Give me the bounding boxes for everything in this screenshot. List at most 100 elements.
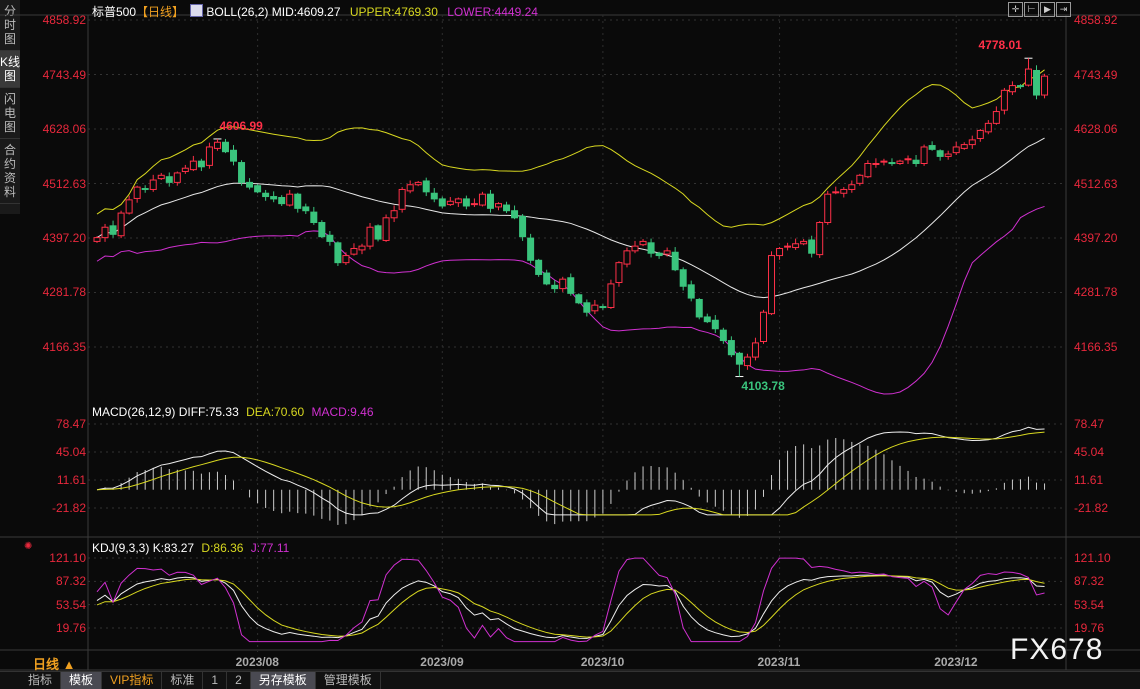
candle-body [454,198,462,204]
candle-body [414,181,422,186]
kdj-k-line [96,574,1045,639]
candle-body [583,302,591,313]
tab-1[interactable]: 1 [203,672,228,689]
zoom-range-icon[interactable]: ⊢ [1024,2,1039,17]
candle-body [703,316,711,323]
tab-2[interactable]: 2 [227,672,251,689]
kdj-axis-label-right: 87.32 [1074,574,1105,589]
candle-body [511,210,519,219]
candle-body [503,204,511,212]
macd-axis-label-left: 78.47 [55,417,86,431]
candle-body [278,196,286,205]
macd-name[interactable]: MACD(26,12,9) [92,405,175,419]
price-axis-label-right: 4281.78 [1074,285,1118,300]
candle-body [1000,89,1008,111]
candle-body [768,255,776,315]
price-annotation: 4778.01 [978,38,1022,53]
tab-standard[interactable]: 标准 [162,672,204,689]
candle-body [671,251,679,271]
candle-body [366,226,374,247]
candle-body [968,139,976,146]
candle-body [535,259,543,275]
candle-body [984,122,992,133]
candle-body [374,225,382,240]
candle-body [727,340,735,356]
tab-manage-templates[interactable]: 管理模板 [316,672,381,689]
candle-body [808,239,816,254]
candle-body [318,222,326,238]
candle-body [824,193,832,224]
macd-axis-label-left: -21.82 [51,501,86,515]
candle-body [792,243,800,249]
date-label: 2023/11 [757,655,801,669]
candle-body [872,162,880,165]
candle-body [238,162,246,183]
macd-axis-label-right: -21.82 [1074,501,1109,515]
play-step-icon[interactable]: ▶ [1040,2,1055,17]
candle-body [221,141,229,153]
kdj-name[interactable]: KDJ(9,3,3) [92,541,149,555]
kdj-j: J:77.11 [250,541,290,555]
watermark-logo: FX678 [1010,633,1104,666]
candle-body [591,304,599,312]
indicator-chart-icon[interactable] [190,4,204,17]
macd-header: MACD(26,12,9) DIFF:75.33 DEA:70.60 MACD:… [92,405,374,419]
price-axis-label-left: 4743.49 [42,67,86,82]
candle-body [205,146,213,166]
candle-body [623,250,631,265]
candle-body [342,255,350,264]
jump-end-icon[interactable]: ⇥ [1056,2,1071,17]
candle-body [246,181,254,188]
candle-body [784,245,792,248]
price-annotation: 4606.99 [219,118,263,133]
kdj-header: KDJ(9,3,3) K:83.27 D:86.36 J:77.11 [92,541,289,555]
candle-body [976,129,984,139]
candle-body [711,319,719,330]
candle-body [117,212,125,237]
candle-body [944,153,952,157]
date-label: 2023/09 [420,655,464,669]
tab-indicators[interactable]: 指标 [0,672,62,689]
tab-vip-indicators[interactable]: VIP指标 [102,672,163,689]
candle-body [141,188,149,191]
candle-body [254,185,262,193]
candle-body [551,284,559,290]
boll-name[interactable]: BOLL(26,2) [206,5,268,19]
chart-header: 标普500【日线】 BOLL(26,2) MID:4609.27 UPPER:4… [92,3,538,20]
kdj-axis-label-left: 87.32 [55,574,86,589]
tab-save-template[interactable]: 另存模板 [250,672,316,689]
candle-body [952,146,960,154]
candle-body [751,342,759,358]
candle-body [486,193,494,209]
candle-body [382,217,390,241]
symbol-name: 标普500 [92,5,137,19]
macd-axis-label-left: 11.61 [56,473,86,487]
crosshair-icon[interactable]: ✛ [1008,2,1023,17]
candle-body [302,206,310,212]
candle-body [904,158,912,161]
candle-body [655,252,663,257]
candle-body [1024,68,1032,86]
candle-body [960,144,968,149]
price-annotation: 4103.78 [741,378,785,393]
price-axis-label-left: 4281.78 [42,285,86,300]
macd-dea: DEA:70.60 [246,405,305,419]
candle-body [189,160,197,171]
settings-gear-icon[interactable]: ✺ [24,541,32,552]
candle-body [992,111,1000,124]
kline-chart[interactable] [0,0,1140,688]
price-axis-label-right: 4512.63 [1074,176,1118,191]
candle-body [695,298,703,318]
candle-body [832,191,840,194]
kdj-j-line [96,557,1045,643]
boll-lower-line [96,205,1045,395]
candle-body [896,160,904,164]
candle-body [406,184,414,192]
candle-body [559,278,567,290]
candle-body [133,186,141,199]
price-axis-label-right: 4628.06 [1074,122,1118,136]
tab-templates[interactable]: 模板 [61,672,103,689]
candle-body [230,149,238,162]
candle-body [422,180,430,193]
kdj-axis-label-left: 19.76 [55,621,86,635]
